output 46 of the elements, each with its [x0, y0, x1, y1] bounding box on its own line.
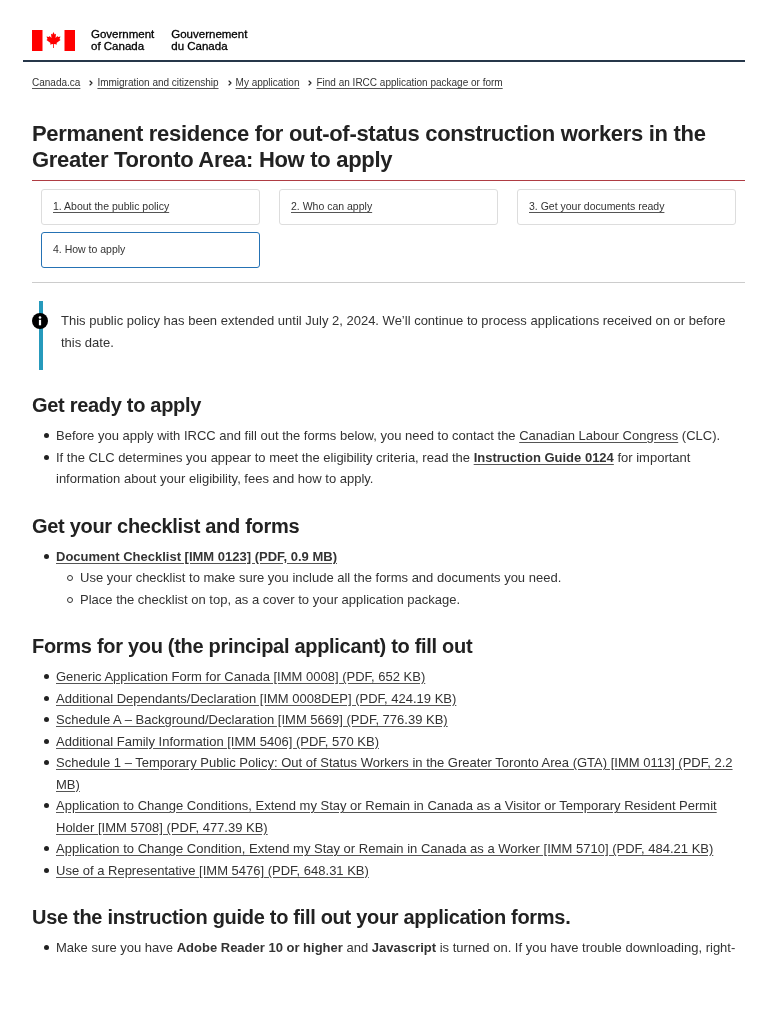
step-tab[interactable]: 1. About the public policy	[41, 189, 260, 225]
list-text: Make sure you have Adobe Reader 10 or higher and Javascript is turned on. If you have trouble downloading, right-	[56, 939, 736, 957]
bullet-icon	[44, 803, 49, 808]
document-link[interactable]: Schedule 1 – Temporary Public Policy: Out of Status Workers in the Greater Toronto Area (GTA) [IMM 0113] (PDF, 2.2 MB)	[56, 752, 745, 795]
step-tab[interactable]: 4. How to apply	[41, 232, 260, 268]
flag-icon	[32, 30, 75, 51]
list-text: If the CLC determines you appear to meet the eligibility criteria, read the Instruction Guide 0124 for important information about your eligibility, fees and how to apply.	[56, 448, 692, 488]
step-tab[interactable]: 2. Who can apply	[279, 189, 498, 225]
section-heading: Get your checklist and forms	[32, 513, 301, 539]
notice-text: This public policy has been extended until July 2, 2024. We’ll continue to process applications received on or before this date.	[61, 312, 727, 352]
inline-link[interactable]: Canadian Labour Congress	[519, 428, 679, 443]
bullet-icon	[44, 738, 49, 744]
document-link[interactable]: Schedule A – Background/Declaration [IMM 5669] (PDF, 776.39 KB)	[56, 709, 448, 731]
page-title: Permanent residence for out-of-status construction workers in the Greater Toronto Area: How to apply	[32, 121, 745, 181]
bullet-icon	[44, 867, 49, 873]
bullet-icon	[44, 695, 49, 701]
breadcrumb-link[interactable]: Immigration and citizenship	[97, 76, 219, 90]
step-tab[interactable]: 3. Get your documents ready	[517, 189, 736, 225]
section-heading: Forms for you (the principal applicant) to fill out	[32, 634, 474, 659]
bullet-icon	[44, 717, 49, 722]
bullet-icon	[44, 454, 49, 460]
document-link[interactable]: Use of a Representative [IMM 5476] (PDF, 648.31 KB)	[56, 859, 369, 881]
info-icon	[32, 313, 48, 329]
wordmark-english: Government of Canada	[91, 28, 155, 52]
bullet-icon	[44, 760, 49, 765]
document-link[interactable]: Generic Application Form for Canada [IMM 0008] (PDF, 652 KB)	[56, 666, 426, 688]
bullet-icon	[44, 674, 49, 679]
breadcrumb-link[interactable]: My application	[235, 76, 300, 90]
bullet-icon	[44, 433, 49, 438]
wordmark-french: Gouvernement du Canada	[171, 28, 248, 52]
document-link[interactable]: Additional Family Information [IMM 5406] (PDF, 570 KB)	[56, 730, 379, 752]
document-link[interactable]: Document Checklist [IMM 0123] (PDF, 0.9 MB)	[56, 545, 337, 567]
document-link[interactable]: Application to Change Conditions, Extend my Stay or Remain in Canada as a Visitor or Temporary Resident Permit Holder [IMM 5708] (PDF, 477.39 KB)	[56, 795, 745, 838]
bullet-icon	[44, 553, 49, 559]
breadcrumb-link[interactable]: Canada.ca	[32, 76, 81, 90]
section-heading: Use the instruction guide to fill out your application forms.	[32, 905, 572, 930]
inline-link[interactable]: Instruction Guide 0124	[473, 449, 614, 465]
breadcrumb-link[interactable]: Find an IRCC application package or form	[316, 76, 503, 90]
list-text: Place the checklist on top, as a cover to your application package.	[80, 590, 461, 609]
document-link[interactable]: Application to Change Condition, Extend my Stay or Remain in Canada as a Worker [IMM 5710] (PDF, 484.21 KB)	[56, 838, 714, 860]
bullet-icon	[44, 846, 49, 851]
section-heading: Get ready to apply	[32, 393, 203, 418]
document-link[interactable]: Additional Dependants/Declaration [IMM 0008DEP] (PDF, 424.19 KB)	[56, 687, 457, 709]
list-text: Use your checklist to make sure you include all the forms and documents you need.	[80, 569, 562, 587]
list-text: Before you apply with IRCC and fill out the forms below, you need to contact the Canadian Labour Congress (CLC).	[56, 427, 721, 445]
bullet-icon	[44, 945, 49, 950]
